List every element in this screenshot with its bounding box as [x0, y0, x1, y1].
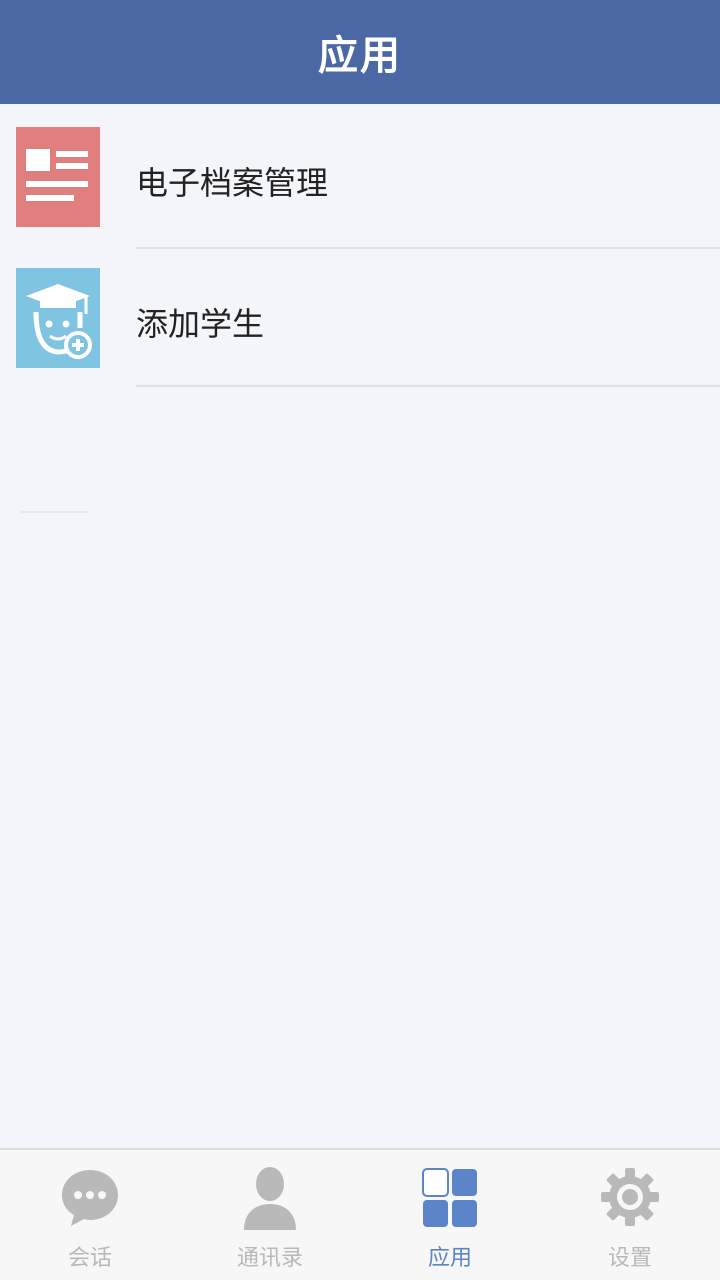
- bottom-tab-bar: 会话 通讯录 应用 设置: [0, 1148, 720, 1280]
- divider: [136, 385, 720, 387]
- tab-chat[interactable]: 会话: [0, 1150, 180, 1280]
- document-icon: [16, 127, 100, 227]
- tab-label: 通讯录: [236, 1246, 303, 1271]
- app-item-add-student[interactable]: 添加学生: [0, 245, 720, 387]
- tab-contacts[interactable]: 通讯录: [180, 1150, 360, 1280]
- tab-apps[interactable]: 应用: [360, 1150, 540, 1280]
- top-bar: 应用: [0, 0, 720, 104]
- divider: [20, 511, 88, 513]
- tab-label: 应用: [427, 1246, 472, 1271]
- app-item-electronic-records[interactable]: 电子档案管理: [0, 104, 720, 249]
- app-item-label: 添加学生: [136, 305, 265, 343]
- app-list: 电子档案管理 添加学生: [0, 104, 720, 387]
- app-screen: 应用 电子档案管理 添加学生 会话 通讯录 应用 设置: [0, 0, 720, 1280]
- add-student-icon: [16, 268, 100, 368]
- page-title: 应用: [318, 33, 402, 79]
- gear-icon: [600, 1164, 660, 1230]
- apps-grid-icon: [420, 1164, 480, 1230]
- app-item-label: 电子档案管理: [136, 164, 329, 202]
- tab-label: 会话: [67, 1246, 112, 1271]
- tab-label: 设置: [607, 1246, 652, 1271]
- chat-bubble-icon: [60, 1164, 120, 1230]
- contacts-person-icon: [240, 1164, 300, 1230]
- tab-settings[interactable]: 设置: [540, 1150, 720, 1280]
